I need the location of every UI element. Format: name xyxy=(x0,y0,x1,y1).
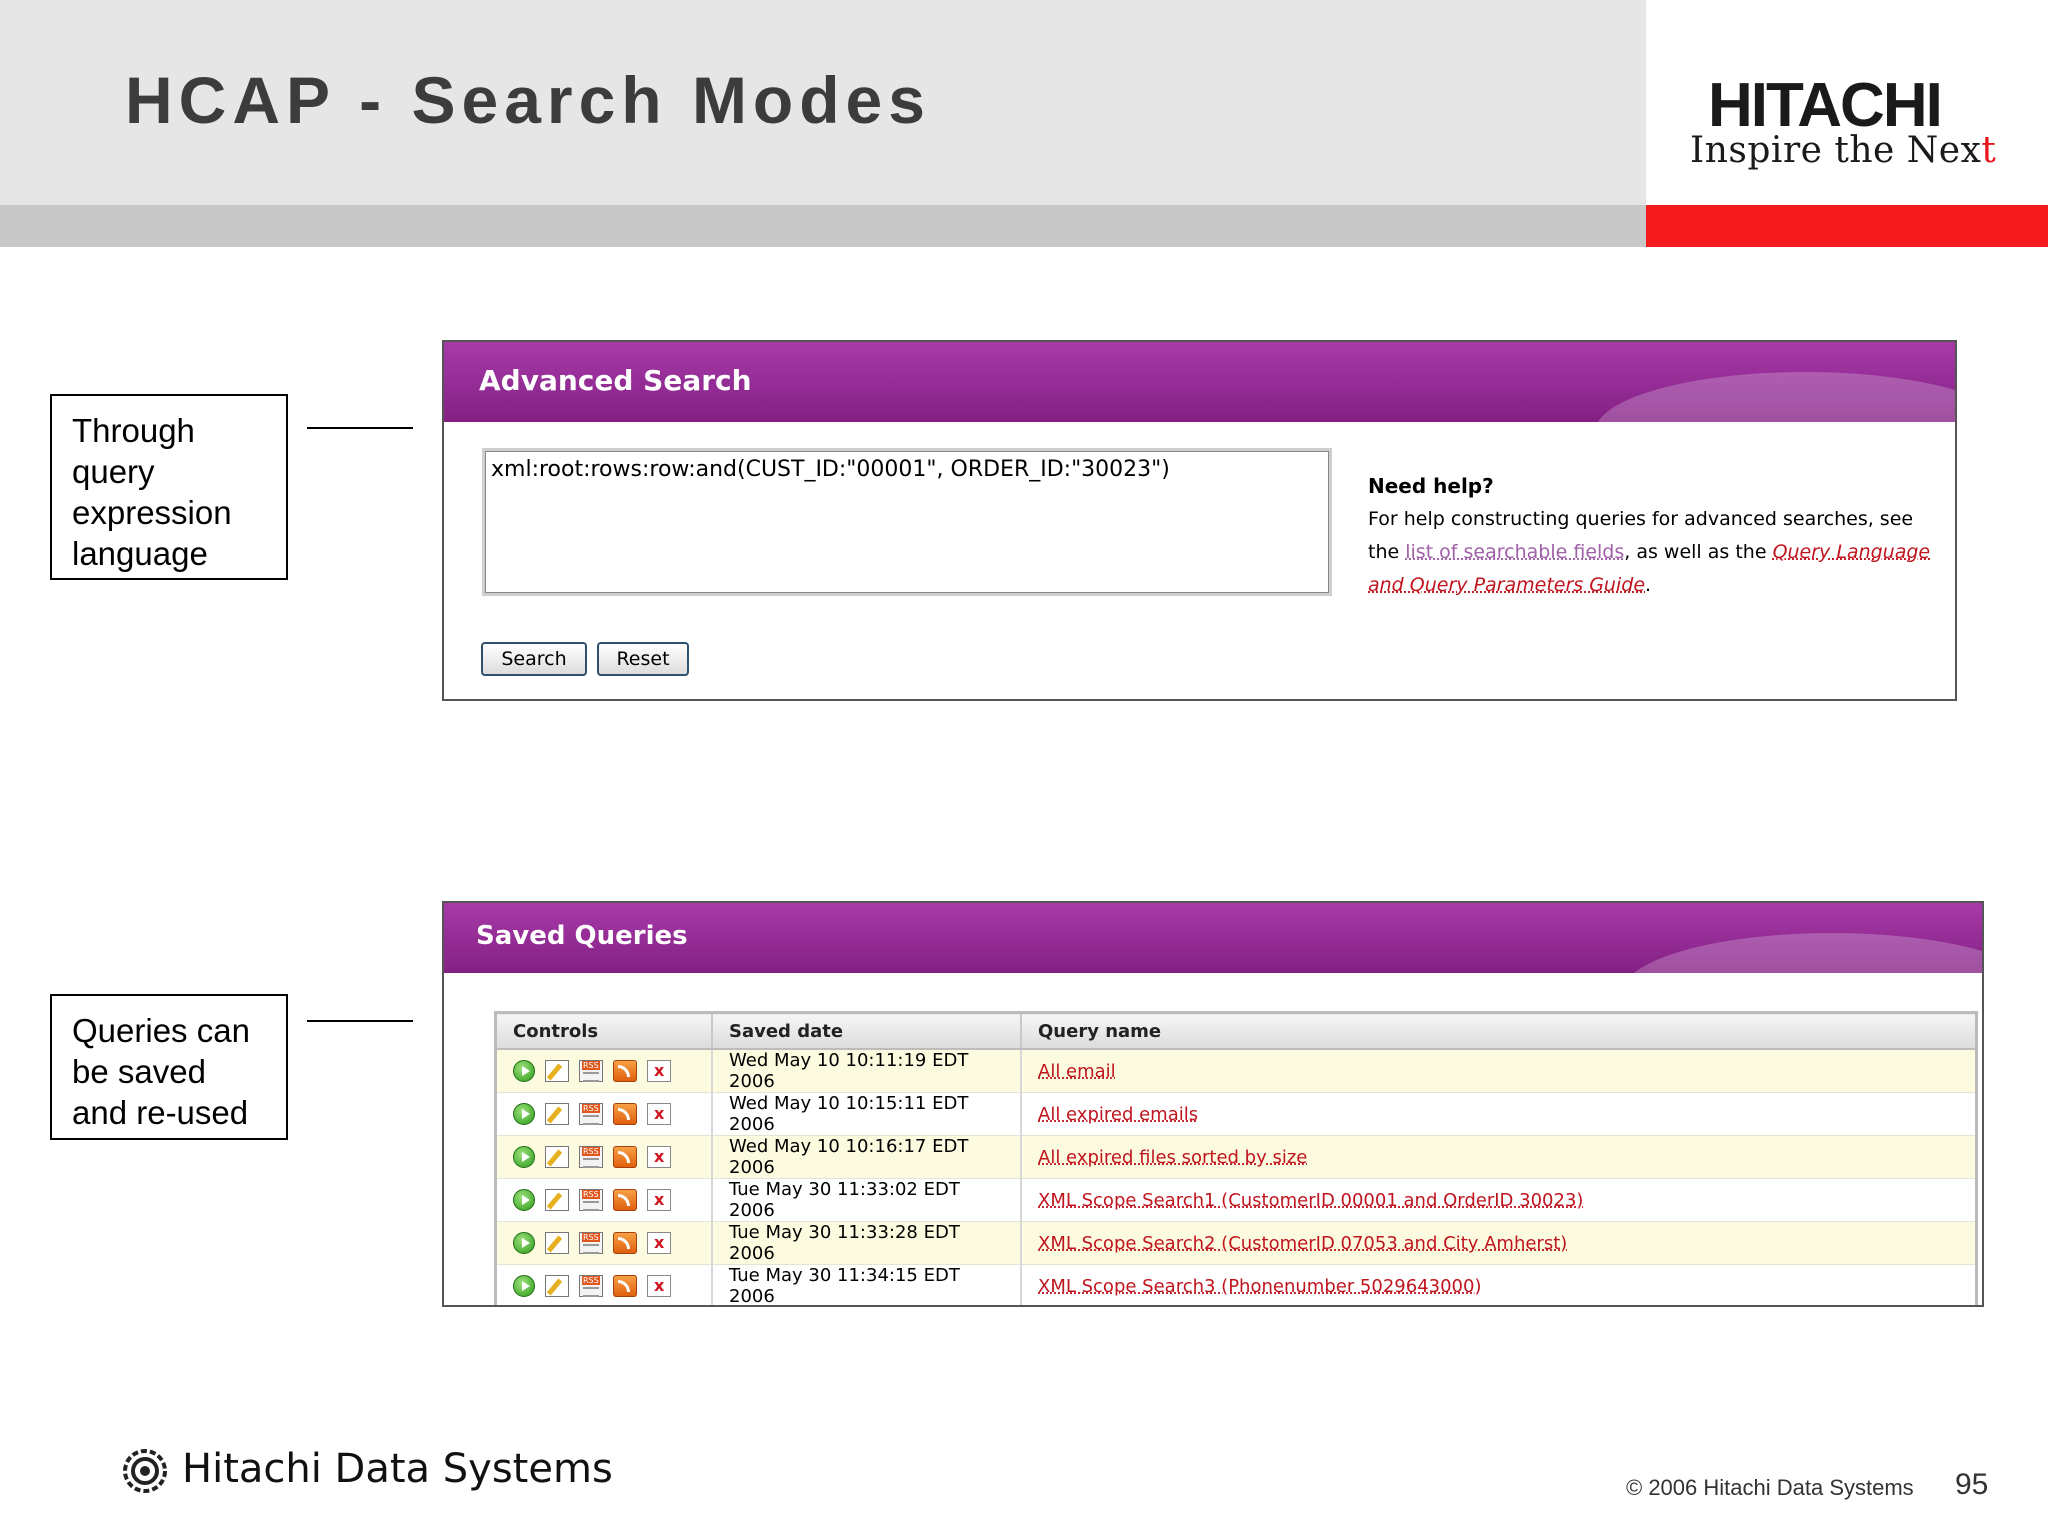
column-header-controls: Controls xyxy=(495,1012,713,1050)
row-controls xyxy=(495,1135,713,1179)
page-number: 95 xyxy=(1955,1468,1989,1501)
edit-icon[interactable] xyxy=(545,1189,569,1211)
panel-title: Advanced Search xyxy=(479,364,752,397)
copyright: © 2006 Hitachi Data Systems xyxy=(1626,1475,1914,1500)
hds-emblem-icon xyxy=(123,1449,167,1493)
row-controls xyxy=(495,1178,713,1222)
row-saved-date: Wed May 10 10:11:19 EDT 2006 xyxy=(712,1049,1022,1093)
callout-saved-queries: Queries can be saved and re-used xyxy=(50,994,288,1140)
delete-icon[interactable] xyxy=(647,1146,671,1168)
callout-leader-line xyxy=(307,1020,413,1022)
run-icon[interactable] xyxy=(513,1275,535,1297)
panel-title: Saved Queries xyxy=(476,921,688,951)
table-row: Wed May 10 10:11:19 EDT 2006 All email xyxy=(495,1049,1978,1093)
table-row: Tue May 30 11:33:28 EDT 2006 XML Scope Se… xyxy=(495,1221,1978,1265)
rss-page-icon[interactable] xyxy=(579,1103,603,1125)
run-icon[interactable] xyxy=(513,1232,535,1254)
row-saved-date: Wed May 10 10:15:11 EDT 2006 xyxy=(712,1092,1022,1136)
help-text: , as well as the xyxy=(1624,541,1773,563)
table-row: Tue May 30 11:34:15 EDT 2006 XML Scope Se… xyxy=(495,1264,1978,1305)
saved-queries-table: Controls Saved date Query name Wed May 1… xyxy=(494,1011,1978,1305)
query-name-link[interactable]: XML Scope Search3 (Phonenumber 502964300… xyxy=(1038,1276,1481,1297)
panel-header: Advanced Search xyxy=(444,342,1955,422)
row-query-name: XML Scope Search1 (CustomerID 00001 and … xyxy=(1021,1178,1978,1222)
searchable-fields-link[interactable]: list of searchable fields xyxy=(1405,541,1624,563)
reset-button[interactable]: Reset xyxy=(597,642,689,676)
row-query-name: All email xyxy=(1021,1049,1978,1093)
edit-icon[interactable] xyxy=(545,1232,569,1254)
rss-feed-icon[interactable] xyxy=(613,1146,637,1168)
delete-icon[interactable] xyxy=(647,1232,671,1254)
footer-brand: Hitachi Data Systems xyxy=(182,1446,613,1492)
saved-queries-panel: Saved Queries Controls Saved date Query … xyxy=(442,901,1984,1307)
row-controls xyxy=(495,1092,713,1136)
slide-title: HCAP - Search Modes xyxy=(125,63,931,137)
row-query-name: All expired emails xyxy=(1021,1092,1978,1136)
rss-page-icon[interactable] xyxy=(579,1146,603,1168)
header-stripe xyxy=(0,205,1646,247)
query-name-link[interactable]: All expired files sorted by size xyxy=(1038,1147,1307,1168)
logo-tagline-end: t xyxy=(1981,130,1997,171)
column-header-query-name: Query name xyxy=(1021,1012,1978,1050)
row-saved-date: Tue May 30 11:33:28 EDT 2006 xyxy=(712,1221,1022,1265)
delete-icon[interactable] xyxy=(647,1189,671,1211)
row-query-name: XML Scope Search3 (Phonenumber 502964300… xyxy=(1021,1264,1978,1305)
run-icon[interactable] xyxy=(513,1060,535,1082)
row-saved-date: Tue May 30 11:34:15 EDT 2006 xyxy=(712,1264,1022,1305)
run-icon[interactable] xyxy=(513,1189,535,1211)
row-saved-date: Wed May 10 10:16:17 EDT 2006 xyxy=(712,1135,1022,1179)
row-controls xyxy=(495,1264,713,1305)
rss-page-icon[interactable] xyxy=(579,1060,603,1082)
query-name-link[interactable]: XML Scope Search2 (CustomerID 07053 and … xyxy=(1038,1233,1567,1254)
logo-tagline: Inspire the Next xyxy=(1690,130,1996,171)
query-name-link[interactable]: All expired emails xyxy=(1038,1104,1198,1125)
help-title: Need help? xyxy=(1368,474,1494,498)
column-header-saved-date: Saved date xyxy=(712,1012,1022,1050)
table-row: Wed May 10 10:16:17 EDT 2006 All expired … xyxy=(495,1135,1978,1179)
row-controls xyxy=(495,1049,713,1093)
run-icon[interactable] xyxy=(513,1103,535,1125)
rss-page-icon[interactable] xyxy=(579,1275,603,1297)
table-row: Wed May 10 10:15:11 EDT 2006 All expired … xyxy=(495,1092,1978,1136)
row-controls xyxy=(495,1221,713,1265)
query-input[interactable]: xml:root:rows:row:and(CUST_ID:"00001", O… xyxy=(482,448,1332,596)
delete-icon[interactable] xyxy=(647,1060,671,1082)
accent-stripe xyxy=(1646,205,2048,247)
table-header-row: Controls Saved date Query name xyxy=(495,1012,1978,1050)
table-row: Tue May 30 11:33:02 EDT 2006 XML Scope Se… xyxy=(495,1178,1978,1222)
help-box: Need help? For help constructing queries… xyxy=(1368,470,1943,602)
edit-icon[interactable] xyxy=(545,1103,569,1125)
run-icon[interactable] xyxy=(513,1146,535,1168)
delete-icon[interactable] xyxy=(647,1275,671,1297)
rss-feed-icon[interactable] xyxy=(613,1232,637,1254)
rss-feed-icon[interactable] xyxy=(613,1060,637,1082)
edit-icon[interactable] xyxy=(545,1275,569,1297)
saved-queries-body: Wed May 10 10:11:19 EDT 2006All emailWed… xyxy=(495,1049,1978,1305)
callout-leader-line xyxy=(307,427,413,429)
panel-header: Saved Queries xyxy=(444,903,1982,973)
delete-icon[interactable] xyxy=(647,1103,671,1125)
callout-text: Queries can be saved and re-used xyxy=(72,1012,250,1131)
rss-feed-icon[interactable] xyxy=(613,1103,637,1125)
rss-feed-icon[interactable] xyxy=(613,1189,637,1211)
callout-query-language: Through query expression language xyxy=(50,394,288,580)
edit-icon[interactable] xyxy=(545,1146,569,1168)
row-saved-date: Tue May 30 11:33:02 EDT 2006 xyxy=(712,1178,1022,1222)
advanced-search-panel: Advanced Search xml:root:rows:row:and(CU… xyxy=(442,340,1957,701)
search-button[interactable]: Search xyxy=(481,642,587,676)
rss-feed-icon[interactable] xyxy=(613,1275,637,1297)
rss-page-icon[interactable] xyxy=(579,1232,603,1254)
row-query-name: All expired files sorted by size xyxy=(1021,1135,1978,1179)
callout-text: Through query expression language xyxy=(72,412,232,572)
rss-page-icon[interactable] xyxy=(579,1189,603,1211)
query-name-link[interactable]: XML Scope Search1 (CustomerID 00001 and … xyxy=(1038,1190,1583,1211)
logo-tagline-main: Inspire the Nex xyxy=(1690,130,1982,171)
help-text: . xyxy=(1645,574,1652,596)
edit-icon[interactable] xyxy=(545,1060,569,1082)
row-query-name: XML Scope Search2 (CustomerID 07053 and … xyxy=(1021,1221,1978,1265)
query-name-link[interactable]: All email xyxy=(1038,1061,1116,1082)
